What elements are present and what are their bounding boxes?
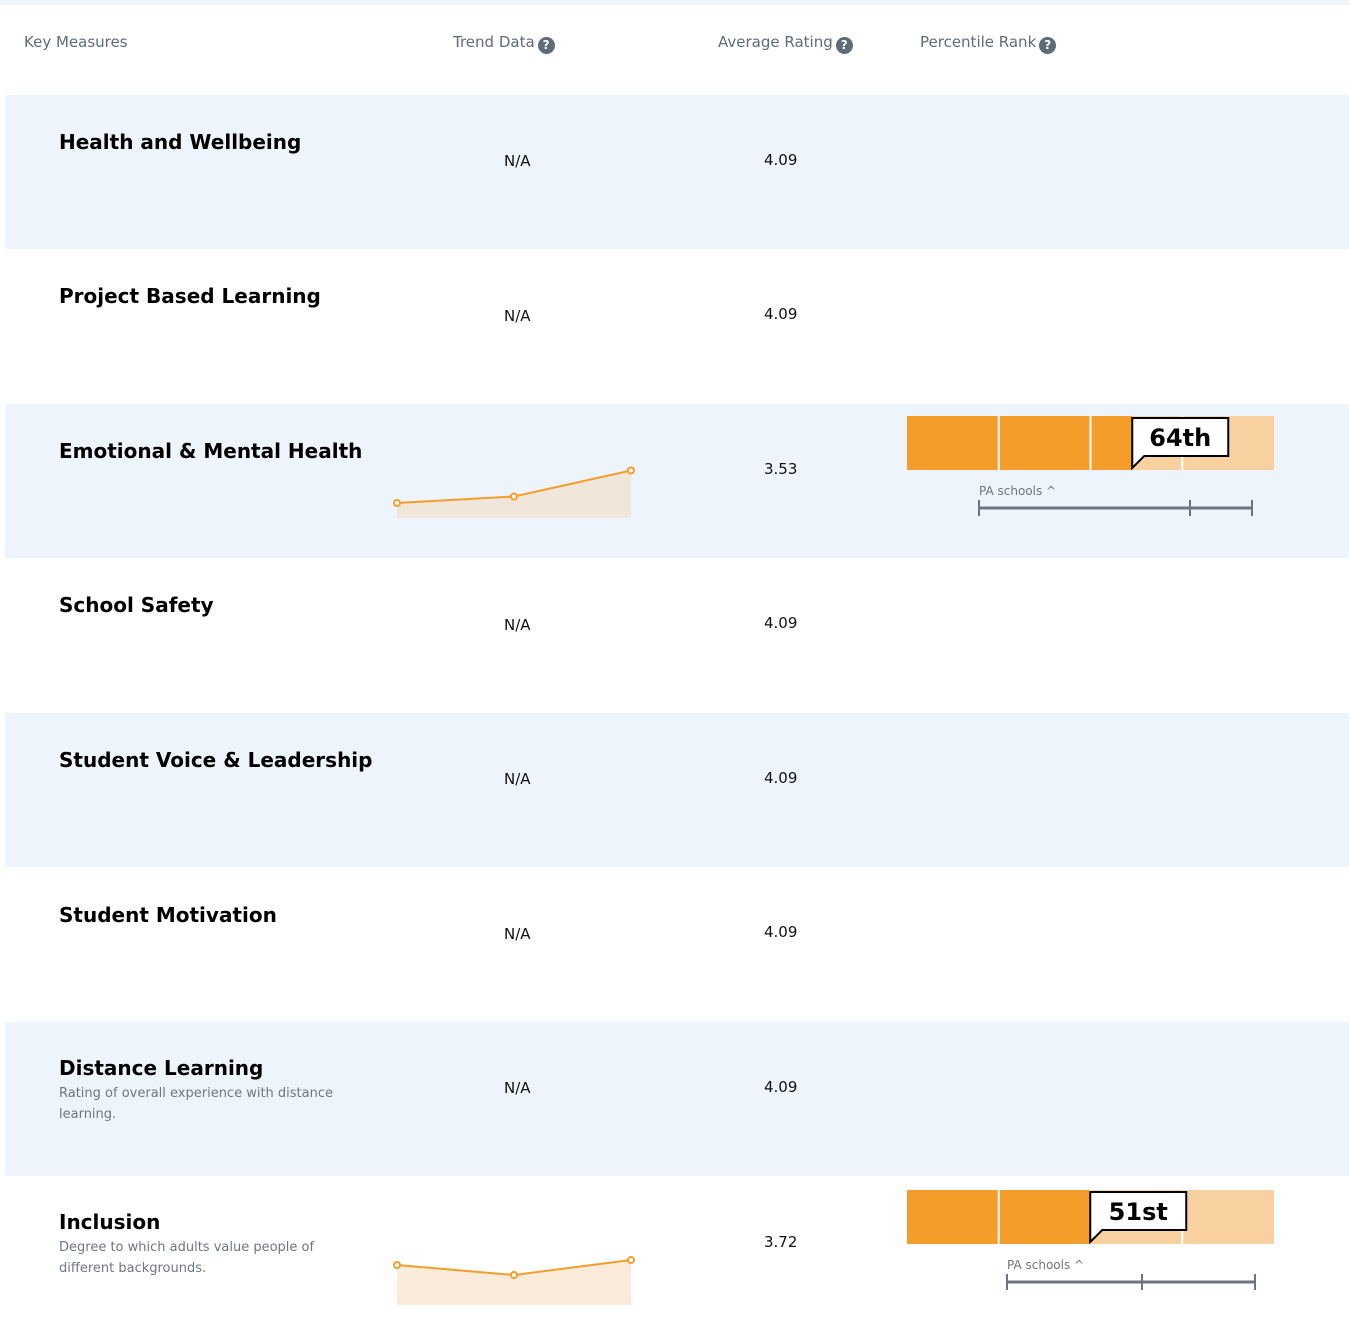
measure-description: Degree to which adults value people of d… [59, 1240, 315, 1276]
average-rating: 4.09 [764, 614, 798, 632]
trend-na: N/A [504, 616, 531, 634]
percentile-rank-chart: 64th PA schools ^ [907, 416, 1274, 516]
trend-na: N/A [504, 770, 531, 788]
trend-point [393, 499, 401, 507]
header-key-measures: Key Measures [24, 33, 128, 51]
trend-area [397, 1260, 631, 1305]
percentile-label: 64th [1149, 424, 1211, 452]
trend-na: N/A [504, 307, 531, 325]
average-rating: 3.53 [764, 460, 798, 478]
measure-title: Inclusion [59, 1210, 161, 1234]
trend-sparkline [393, 466, 635, 518]
table-row: Student Motivation N/A 4.09 [5, 867, 1349, 1021]
average-rating: 4.09 [764, 151, 798, 169]
measure-title: Emotional & Mental Health [59, 439, 363, 463]
table-row: School Safety N/A 4.09 [5, 558, 1349, 712]
measure-title: School Safety [59, 593, 214, 617]
header-percentile-rank: Percentile Rank? [920, 33, 1057, 54]
trend-point [393, 1261, 401, 1269]
trend-point [627, 1256, 635, 1264]
help-icon[interactable]: ? [1039, 37, 1057, 54]
percentile-segment [1182, 1190, 1274, 1244]
top-divider [0, 0, 1349, 5]
table-row: Student Voice & Leadership N/A 4.09 [5, 713, 1349, 867]
header-average-rating: Average Rating? [718, 33, 853, 54]
trend-na: N/A [504, 152, 531, 170]
table-row: Health and Wellbeing N/A 4.09 [5, 95, 1349, 249]
measure-description: Rating of overall experience with distan… [59, 1086, 334, 1122]
trend-point [627, 466, 635, 475]
comparison-group-label: PA schools ^ [1007, 1258, 1084, 1272]
trend-na: N/A [504, 925, 531, 943]
help-icon[interactable]: ? [835, 37, 853, 54]
average-rating: 4.09 [764, 769, 798, 787]
average-rating: 3.72 [764, 1233, 798, 1251]
header-trend-data: Trend Data? [453, 33, 555, 54]
table-row: Distance Learning Rating of overall expe… [5, 1022, 1349, 1176]
measure-title: Student Motivation [59, 903, 277, 927]
measure-title: Health and Wellbeing [59, 130, 302, 154]
comparison-group-label: PA schools ^ [979, 484, 1056, 498]
help-icon[interactable]: ? [537, 37, 555, 54]
measure-title: Project Based Learning [59, 284, 321, 308]
trend-point [510, 1271, 518, 1279]
table-row: Emotional & Mental Health 3.53 64th PA sc… [5, 404, 1349, 558]
table-row: Project Based Learning N/A 4.09 [5, 249, 1349, 403]
trend-point [510, 492, 518, 501]
measure-title: Distance Learning [59, 1056, 264, 1080]
table-row: Inclusion Degree to which adults value p… [5, 1176, 1349, 1330]
percentile-fill [907, 416, 1133, 470]
average-rating: 4.09 [764, 305, 798, 323]
trend-sparkline [393, 1256, 635, 1305]
percentile-label: 51st [1109, 1198, 1168, 1226]
average-rating: 4.09 [764, 1078, 798, 1096]
percentile-rank-chart: 51st PA schools ^ [907, 1190, 1274, 1290]
measure-title: Student Voice & Leadership [59, 748, 373, 772]
trend-na: N/A [504, 1079, 531, 1097]
average-rating: 4.09 [764, 923, 798, 941]
